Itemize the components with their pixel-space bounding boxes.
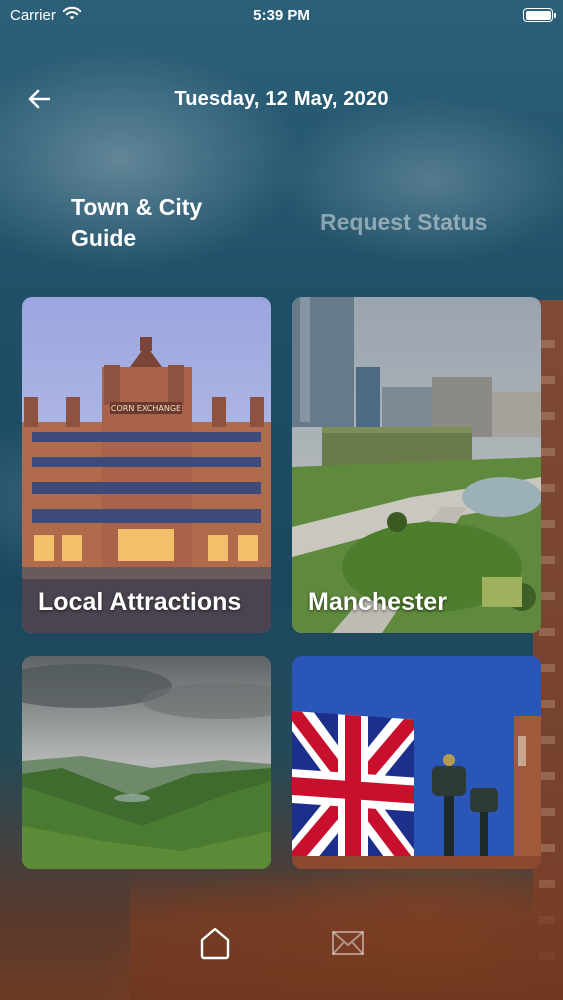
manchester-park-image [292, 297, 541, 633]
card-local-attractions[interactable]: CORN EXCHANGE Local Attractions [22, 297, 271, 633]
card-countryside[interactable] [22, 656, 271, 869]
bottom-nav [0, 920, 563, 970]
tab-town-city-guide[interactable]: Town & City Guide [71, 192, 241, 254]
union-jack-image [292, 656, 541, 869]
card-label: Manchester [308, 588, 447, 616]
green-hills-image [22, 656, 271, 869]
header: Tuesday, 12 May, 2020 [0, 80, 563, 120]
nav-home-button[interactable] [198, 926, 232, 964]
status-left: Carrier [10, 6, 82, 25]
home-icon [199, 926, 231, 965]
status-time: 5:39 PM [253, 6, 310, 24]
page-title: Tuesday, 12 May, 2020 [174, 88, 389, 110]
status-bar: Carrier 5:39 PM [0, 0, 563, 30]
corn-exchange-image: CORN EXCHANGE [22, 297, 271, 633]
carrier-label: Carrier [10, 6, 56, 24]
card-united-kingdom[interactable] [292, 656, 541, 869]
card-label: Local Attractions [38, 588, 242, 616]
tab-request-status[interactable]: Request Status [320, 207, 487, 238]
card-manchester[interactable]: Manchester [292, 297, 541, 633]
svg-text:CORN EXCHANGE: CORN EXCHANGE [111, 404, 181, 413]
nav-mail-button[interactable] [330, 928, 366, 962]
wifi-icon [62, 6, 82, 25]
battery-icon [523, 8, 556, 22]
battery-level [525, 10, 551, 20]
mail-icon [331, 930, 365, 961]
